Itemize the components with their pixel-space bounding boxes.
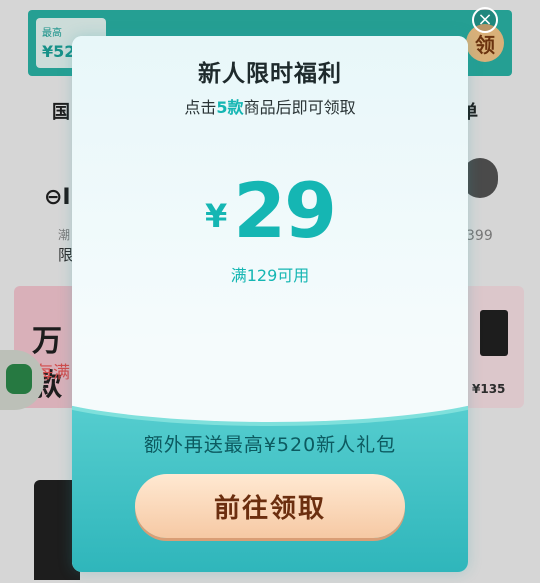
popup-curve bbox=[72, 332, 468, 422]
subtitle-suffix: 商品后即可领取 bbox=[243, 98, 356, 117]
extra-gift-text: 额外再送最高¥520新人礼包 bbox=[143, 434, 397, 456]
amount-value: 29 bbox=[233, 166, 337, 255]
currency-symbol: ¥ bbox=[204, 197, 228, 235]
popup-title: 新人限时福利 bbox=[198, 61, 342, 87]
new-user-welfare-popup: 新人限时福利 点击5款商品后即可领取 ¥29 满129可用 额外再送最高¥520… bbox=[72, 36, 468, 572]
subtitle-prefix: 点击 bbox=[184, 98, 217, 117]
coupon-amount: ¥29 bbox=[72, 166, 468, 255]
claim-button[interactable]: 前往领取 bbox=[135, 474, 405, 538]
coupon-condition: 满129可用 bbox=[230, 266, 310, 285]
popup-subtitle: 点击5款商品后即可领取 bbox=[72, 94, 468, 118]
close-icon[interactable]: × bbox=[472, 7, 498, 33]
subtitle-highlight: 5款 bbox=[216, 98, 244, 117]
